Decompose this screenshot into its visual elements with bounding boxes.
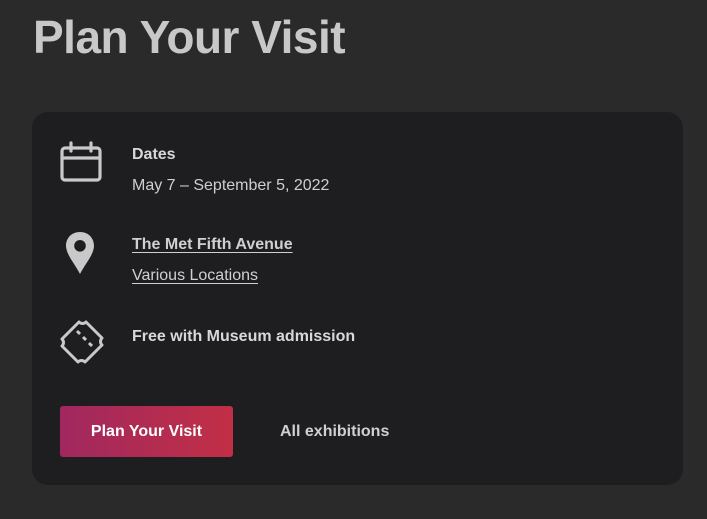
page-title: Plan Your Visit — [33, 11, 346, 63]
admission-label: Free with Museum admission — [132, 328, 356, 345]
location-link-fifth-avenue[interactable]: The Met Fifth Avenue — [132, 234, 293, 256]
dates-label: Dates — [132, 146, 176, 163]
visit-info-card: Dates May 7 – September 5, 2022 The Met … — [32, 112, 683, 485]
calendar-icon — [58, 140, 106, 188]
plan-your-visit-button[interactable]: Plan Your Visit — [60, 406, 233, 457]
dates-value: May 7 – September 5, 2022 — [132, 177, 330, 194]
map-pin-icon — [58, 230, 106, 278]
ticket-icon — [58, 318, 106, 366]
location-text: The Met Fifth Avenue Various Locations — [132, 234, 293, 287]
all-exhibitions-link[interactable]: All exhibitions — [264, 406, 405, 457]
dates-text: Dates May 7 – September 5, 2022 — [132, 144, 329, 197]
admission-text: Free with Museum admission — [132, 326, 355, 348]
location-link-various[interactable]: Various Locations — [132, 265, 293, 287]
